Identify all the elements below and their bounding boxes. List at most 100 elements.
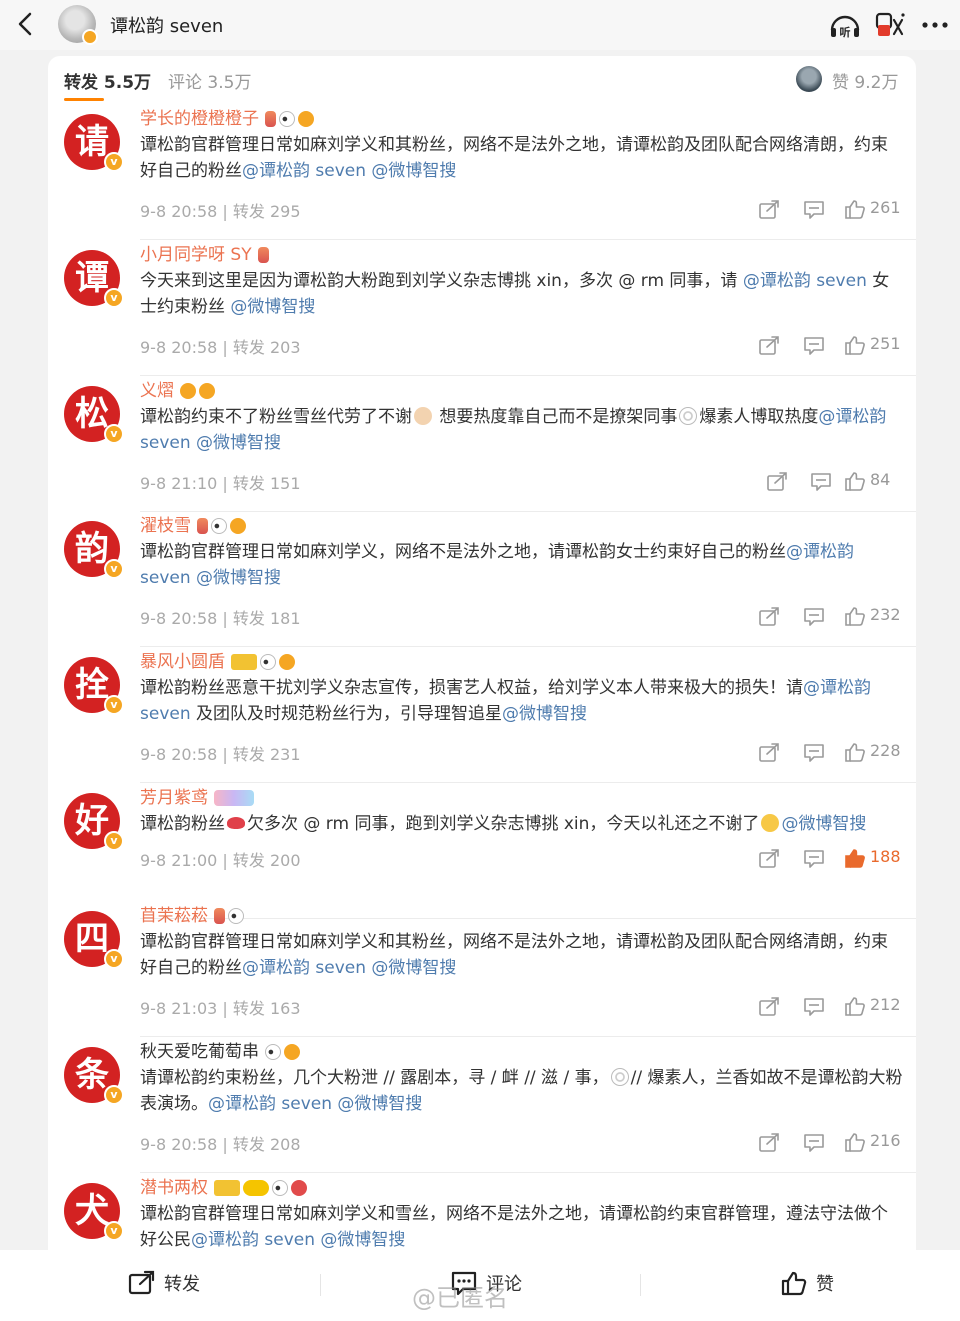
username-text: 暴风小圆盾 [140, 652, 225, 672]
mention-link[interactable]: @谭松韵 seven [743, 271, 867, 291]
share-action-icon[interactable] [758, 997, 780, 1017]
active-tab-indicator [64, 98, 104, 101]
user-avatar[interactable]: 拴v [64, 657, 124, 715]
profile-name[interactable]: 谭松韵 seven [110, 12, 223, 38]
user-avatar[interactable]: 松v [64, 386, 124, 444]
user-avatar[interactable]: 四v [64, 911, 124, 969]
like-action-icon[interactable] [844, 471, 866, 491]
mention-link[interactable]: @谭松韵 seven [191, 1230, 315, 1250]
forward-button[interactable]: 转发 [128, 1270, 200, 1296]
profile-avatar[interactable] [58, 5, 98, 45]
crown-badge-icon [214, 1180, 240, 1196]
user-badges [214, 1178, 310, 1198]
mention-link[interactable]: @微博智搜 [371, 161, 456, 181]
crown-badge-icon [231, 654, 257, 670]
username[interactable]: 苜茉菘菘 [140, 901, 247, 926]
repost-item[interactable]: 犬 v 潜书两权 谭松韵官群管理日常如麻刘学义和雪丝，网络不是法外之地，请谭松韵约束官… [48, 1173, 916, 1256]
repost-item[interactable]: 四 v 苜茉菘菘 谭松韵官群管理日常如麻刘学义和其粉丝，网络不是法外之地，请谭松韵及团… [48, 901, 916, 1037]
repost-item[interactable]: 拴 v 暴风小圆盾 谭松韵粉丝恶意干扰刘学义杂志宣传，损害艺人权益，给刘学义本人带来极… [48, 647, 916, 783]
like-count: 84 [870, 470, 891, 489]
mention-link[interactable]: @谭松韵 seven [242, 161, 366, 181]
username[interactable]: 学长的橙橙橙子 [140, 104, 317, 129]
share-action-icon[interactable] [766, 472, 788, 492]
username[interactable]: 小月同学呀 SY [140, 240, 272, 265]
tab-forward[interactable]: 转发 5.5万 [64, 68, 151, 93]
repost-text: 谭松韵官群管理日常如麻刘学义，网络不是法外之地，请谭松韵女士约束好自己的粉丝@谭… [140, 539, 904, 591]
more-icon[interactable] [918, 10, 952, 40]
rainbow-badge-icon [214, 790, 254, 806]
comment-action-icon[interactable] [803, 743, 825, 763]
user-avatar[interactable]: 请v [64, 114, 124, 172]
like-action-icon[interactable] [844, 606, 866, 626]
back-icon[interactable] [12, 8, 40, 40]
like-action-icon[interactable] [844, 335, 866, 355]
like-action-icon[interactable] [844, 199, 866, 219]
repost-item[interactable]: 松 v 义熠 谭松韵约束不了粉丝雪丝代劳了不谢 想要热度靠自己而不是撩架同事 爆素人博取… [48, 376, 916, 512]
username[interactable]: 秋天爱吃葡萄串 [140, 1037, 303, 1062]
comment-action-icon[interactable] [803, 607, 825, 627]
text-segment: 欠多次 @ rm 同事，跑到刘学义杂志博挑 xin，今天以礼还之不谢了 [247, 814, 760, 834]
user-badges [265, 1042, 303, 1062]
username[interactable]: 义熠 [140, 376, 218, 401]
mention-link[interactable]: @微博智搜 [337, 1094, 422, 1114]
username[interactable]: 芳月紫鸢 [140, 783, 257, 808]
user-avatar[interactable]: 谭v [64, 250, 124, 308]
repost-text: 今天来到这里是因为谭松韵大粉跑到刘学义杂志博挑 xin，多次 @ rm 同事，请… [140, 268, 904, 320]
avatar-char: 松 [75, 394, 109, 434]
user-avatar[interactable]: 犬v [64, 1183, 124, 1241]
comment-action-icon[interactable] [803, 849, 825, 869]
like-action-icon[interactable] [844, 996, 866, 1016]
translate-icon[interactable] [874, 10, 908, 40]
thumbs-up-icon [781, 1271, 807, 1296]
repost-item[interactable]: 请 v 学长的橙橙橙子谭松韵官群管理日常如麻刘学义和其粉丝，网络不是法外之地，请谭松… [48, 104, 916, 240]
repost-item[interactable]: 条 v 秋天爱吃葡萄串 请谭松韵约束粉丝，几个大粉泄 // 露剧本，寻 / 衅 // … [48, 1037, 916, 1173]
comment-action-icon[interactable] [803, 997, 825, 1017]
username[interactable]: 濯枝雪 [140, 511, 249, 536]
divider [320, 1274, 321, 1296]
share-action-icon[interactable] [758, 743, 780, 763]
share-action-icon[interactable] [758, 1133, 780, 1153]
like-action-icon[interactable] [844, 742, 866, 762]
user-avatar[interactable]: 好v [64, 793, 124, 851]
share-action-icon[interactable] [758, 200, 780, 220]
comment-action-icon[interactable] [810, 472, 832, 492]
panda-badge-icon [272, 1180, 288, 1196]
tab-likes[interactable]: 赞 9.2万 [832, 68, 898, 93]
mention-link[interactable]: @微博智搜 [781, 814, 866, 834]
repost-item[interactable]: 韵 v 濯枝雪谭松韵官群管理日常如麻刘学义，网络不是法外之地，请谭松韵女士约束好自己… [48, 511, 916, 647]
verified-badge-icon: v [104, 831, 124, 851]
comment-action-icon[interactable] [803, 200, 825, 220]
mention-link[interactable]: @微博智搜 [196, 433, 281, 453]
tab-comment[interactable]: 评论 3.5万 [168, 68, 251, 93]
repost-meta: 9-8 20:58 | 转发 181 [140, 609, 301, 628]
like-button[interactable]: 赞 [780, 1270, 834, 1296]
repost-item[interactable]: 好 v 芳月紫鸢 谭松韵粉丝 欠多次 @ rm 同事，跑到刘学义杂志博挑 xin，今天以… [48, 783, 916, 919]
username-text: 学长的橙橙橙子 [140, 109, 259, 129]
panda-badge-icon [279, 111, 295, 127]
user-avatar[interactable]: 韵v [64, 521, 124, 579]
user-badges [214, 788, 257, 808]
like-action-icon[interactable] [844, 848, 866, 868]
mention-link[interactable]: @微博智搜 [230, 297, 315, 317]
mention-link[interactable]: @微博智搜 [371, 958, 456, 978]
listen-icon[interactable]: 听 [828, 10, 862, 40]
mention-link[interactable]: @微博智搜 [320, 1230, 405, 1250]
share-action-icon[interactable] [758, 336, 780, 356]
share-action-icon[interactable] [758, 607, 780, 627]
avatar-char: 韵 [75, 529, 109, 569]
hourglass-badge-icon [257, 247, 269, 263]
share-action-icon[interactable] [758, 849, 780, 869]
comment-action-icon[interactable] [803, 1133, 825, 1153]
user-badges [231, 652, 298, 672]
username[interactable]: 潜书两权 [140, 1173, 310, 1198]
username[interactable]: 暴风小圆盾 [140, 647, 298, 672]
mention-link[interactable]: @谭松韵 seven [208, 1094, 332, 1114]
repost-item[interactable]: 谭 v 小月同学呀 SY 今天来到这里是因为谭松韵大粉跑到刘学义杂志博挑 xin，多次… [48, 240, 916, 376]
like-action-icon[interactable] [844, 1132, 866, 1152]
user-avatar[interactable]: 条v [64, 1047, 124, 1105]
comment-action-icon[interactable] [803, 336, 825, 356]
mention-link[interactable]: @谭松韵 seven [242, 958, 366, 978]
mention-link[interactable]: @微博智搜 [502, 704, 587, 724]
repost-text: 谭松韵官群管理日常如麻刘学义和其粉丝，网络不是法外之地，请谭松韵及团队配合网络清… [140, 132, 904, 184]
mention-link[interactable]: @微博智搜 [196, 568, 281, 588]
